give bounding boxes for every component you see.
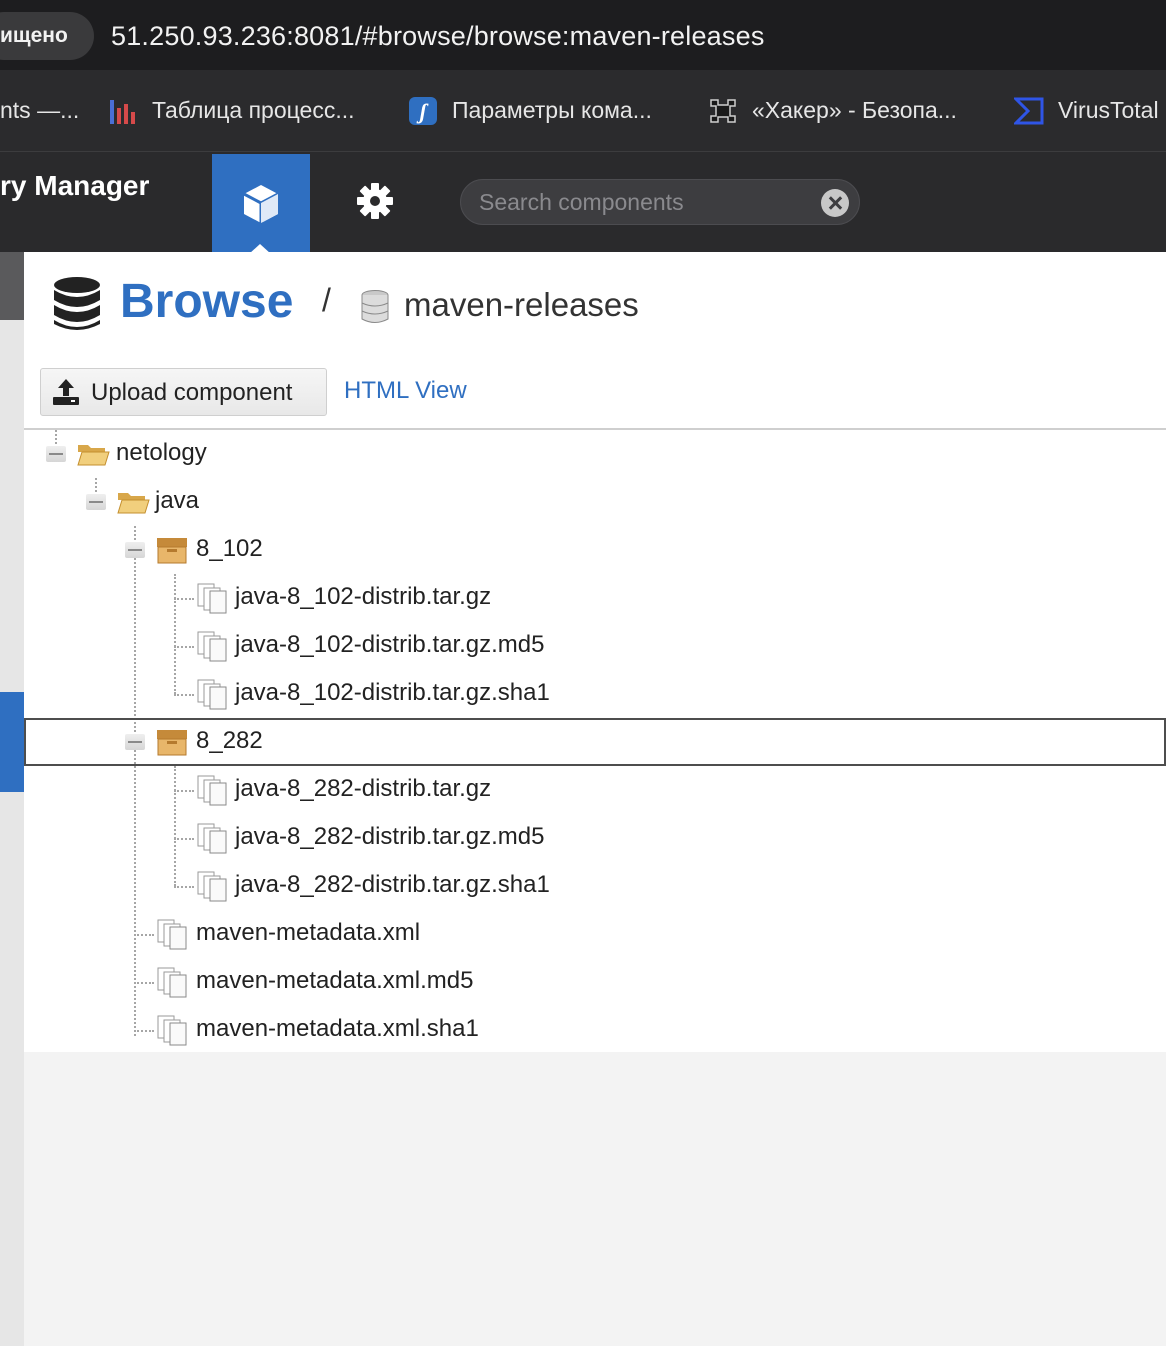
tree-node-label: java-8_282-distrib.tar.gz.md5 xyxy=(235,823,545,850)
file-icon xyxy=(197,775,227,806)
bookmark-label: Таблица процесс... xyxy=(152,97,355,123)
upload-icon xyxy=(53,379,79,405)
collapse-icon[interactable] xyxy=(46,446,66,462)
file-icon xyxy=(197,631,227,662)
tree-node-label: java xyxy=(155,487,200,514)
xakep-logo-icon xyxy=(708,96,738,126)
tree-node-label: 8_282 xyxy=(196,727,263,754)
package-icon xyxy=(157,730,187,756)
tree-node-asset[interactable]: java-8_282-distrib.tar.gz xyxy=(24,766,1166,814)
tree-node-folder[interactable]: java xyxy=(24,478,1166,526)
package-icon xyxy=(157,538,187,564)
file-icon xyxy=(197,823,227,854)
tree-node-folder[interactable]: netology xyxy=(24,430,1166,478)
app-brand: ry Manager xyxy=(0,170,150,201)
tree-node-asset[interactable]: java-8_102-distrib.tar.gz xyxy=(24,574,1166,622)
file-icon xyxy=(157,967,187,998)
bookmark-label: Параметры кома... xyxy=(452,97,652,123)
left-nav-panel xyxy=(0,252,24,1346)
virustotal-icon xyxy=(1012,96,1044,126)
script-icon: ʃ xyxy=(408,96,438,126)
app-header: ry Manager xyxy=(0,152,1166,254)
tree-node-label: java-8_282-distrib.tar.gz xyxy=(235,775,492,802)
tree-node-asset[interactable]: java-8_102-distrib.tar.gz.md5 xyxy=(24,622,1166,670)
browser-url-bar: ищено 51.250.93.236:8081/#browse/browse:… xyxy=(0,0,1166,70)
address-field[interactable]: 51.250.93.236:8081/#browse/browse:maven-… xyxy=(111,18,765,54)
file-icon xyxy=(197,679,227,710)
folder-open-icon xyxy=(117,493,150,514)
tree-node-label: java-8_102-distrib.tar.gz xyxy=(235,583,492,610)
left-nav-active-item[interactable] xyxy=(0,692,24,792)
file-icon xyxy=(157,1015,187,1046)
tree-node-label: maven-metadata.xml.sha1 xyxy=(196,1015,479,1042)
tree-node-label: maven-metadata.xml.md5 xyxy=(196,967,474,994)
upload-component-button[interactable]: Upload component xyxy=(40,368,327,416)
page-title: Browse xyxy=(120,275,294,328)
bar-chart-icon xyxy=(108,96,138,126)
tree-node-asset[interactable]: maven-metadata.xml xyxy=(24,910,1166,958)
file-icon xyxy=(197,871,227,902)
search-components-box xyxy=(460,179,860,225)
tree-node-label: java-8_102-distrib.tar.gz.md5 xyxy=(235,631,545,658)
html-view-link[interactable]: HTML View xyxy=(344,377,467,405)
collapse-icon[interactable] xyxy=(125,542,145,558)
tree-node-label: maven-metadata.xml xyxy=(196,919,421,946)
bookmarks-bar: nts —... Таблица процесс... ʃ Параметры … xyxy=(0,70,1166,152)
repository-icon xyxy=(361,290,389,324)
tree-node-label: java-8_102-distrib.tar.gz.sha1 xyxy=(235,679,550,706)
bookmark-label: nts —... xyxy=(0,97,80,123)
tree-node-label: java-8_282-distrib.tar.gz.sha1 xyxy=(235,871,550,898)
bookmark-label: VirusTotal xyxy=(1058,97,1159,123)
upload-button-label: Upload component xyxy=(91,379,293,406)
tree-node-component-selected[interactable]: 8_282 xyxy=(24,718,1166,766)
clear-search-icon[interactable] xyxy=(821,189,849,217)
left-nav-header xyxy=(0,252,24,320)
breadcrumb-separator: / xyxy=(322,282,331,318)
tree-node-component[interactable]: 8_102 xyxy=(24,526,1166,574)
tree-node-asset[interactable]: maven-metadata.xml.md5 xyxy=(24,958,1166,1006)
admin-mode-button[interactable] xyxy=(352,178,398,224)
tree-node-label: 8_102 xyxy=(196,535,263,562)
bookmark-label: «Хакер» - Безопа... xyxy=(752,97,957,123)
collapse-icon[interactable] xyxy=(125,734,145,750)
browse-content: Browse / maven-releases Upload component… xyxy=(24,252,1166,1052)
search-input[interactable] xyxy=(479,180,809,224)
tree-node-asset[interactable]: java-8_102-distrib.tar.gz.sha1 xyxy=(24,670,1166,718)
tree-node-label: netology xyxy=(116,439,207,466)
empty-panel-area xyxy=(24,1052,1166,1346)
folder-open-icon xyxy=(77,445,110,466)
gear-icon xyxy=(357,183,393,219)
bookmark-item[interactable]: nts —... xyxy=(0,94,79,126)
security-indicator[interactable]: ищено xyxy=(0,12,94,60)
database-icon xyxy=(52,276,102,332)
tree-node-asset[interactable]: maven-metadata.xml.sha1 xyxy=(24,1006,1166,1054)
collapse-icon[interactable] xyxy=(86,494,106,510)
tree-node-asset[interactable]: java-8_282-distrib.tar.gz.sha1 xyxy=(24,862,1166,910)
tree-node-asset[interactable]: java-8_282-distrib.tar.gz.md5 xyxy=(24,814,1166,862)
file-icon xyxy=(197,583,227,614)
breadcrumb-repository[interactable]: maven-releases xyxy=(404,286,639,324)
cube-icon xyxy=(243,185,279,223)
browse-mode-button[interactable] xyxy=(212,154,310,252)
file-icon xyxy=(157,919,187,950)
